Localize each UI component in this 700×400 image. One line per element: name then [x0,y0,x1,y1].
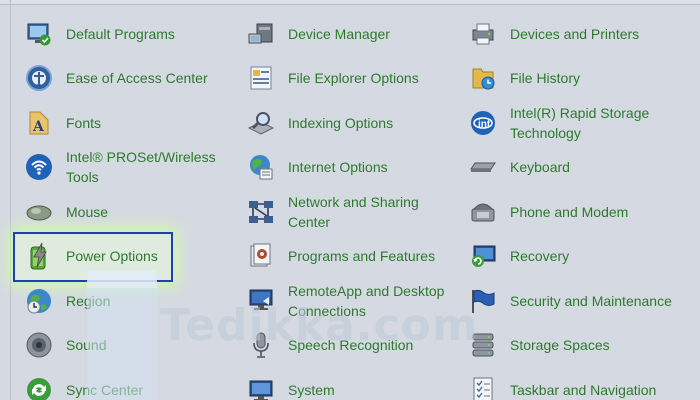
item-recovery[interactable]: Recovery [466,236,681,276]
item-label: Default Programs [66,26,175,42]
item-label: Security and Maintenance [510,293,672,309]
recovery-icon [466,239,500,273]
remoteapp-icon [244,284,278,318]
item-internet-options[interactable]: Internet Options [244,147,459,187]
item-label: Power Options [66,248,158,264]
item-default-programs[interactable]: Default Programs [22,14,237,54]
item-label: Storage Spaces [510,337,610,353]
item-sound[interactable]: Sound [22,325,237,365]
item-remoteapp[interactable]: RemoteApp and Desktop Connections [244,281,459,321]
fonts-icon: A [22,106,56,140]
item-label: Sound [66,337,107,353]
item-sync-center[interactable]: Sync Center [22,370,237,400]
phone-modem-icon [466,195,500,229]
power-options-icon [22,239,56,273]
control-panel-items-grid: Default Programs Ease of Access Center A… [22,12,692,400]
ease-of-access-icon [22,61,56,95]
svg-text:int: int [478,119,491,130]
indexing-options-icon [244,106,278,140]
item-label: System [288,382,335,398]
item-label: File History [510,70,581,86]
rapid-storage-icon: int [466,106,500,140]
programs-features-icon [244,239,278,273]
item-rapid-storage[interactable]: int Intel(R) Rapid Storage Technology [466,103,681,143]
item-label: RemoteApp and Desktop Connections [288,283,445,319]
item-label: Devices and Printers [510,26,640,42]
item-speech-recognition[interactable]: Speech Recognition [244,325,459,365]
item-label: Sync Center [66,382,144,398]
item-label: Keyboard [510,159,570,175]
network-sharing-icon [244,195,278,229]
item-network-sharing[interactable]: Network and Sharing Center [244,192,459,232]
item-label: Region [66,293,111,309]
item-ease-of-access[interactable]: Ease of Access Center [22,58,237,98]
item-storage-spaces[interactable]: Storage Spaces [466,325,681,365]
item-label: Speech Recognition [288,337,414,353]
window-left-edge [10,0,11,400]
keyboard-icon [466,150,500,184]
item-label: Indexing Options [288,115,394,131]
item-programs-features[interactable]: Programs and Features [244,236,459,276]
item-label: Network and Sharing Center [288,194,419,230]
mouse-icon [22,195,56,229]
item-region[interactable]: Region [22,281,237,321]
item-label: Taskbar and Navigation [510,382,657,398]
item-label: Internet Options [288,159,388,175]
item-devices-printers[interactable]: Devices and Printers [466,14,681,54]
taskbar-icon [466,373,500,400]
item-power-options[interactable]: Power Options [22,236,237,276]
item-mouse[interactable]: Mouse [22,192,237,232]
storage-spaces-icon [466,328,500,362]
item-label: Recovery [510,248,570,264]
wireless-tools-icon [22,150,56,184]
file-explorer-options-icon [244,61,278,95]
item-label: File Explorer Options [288,70,419,86]
item-fonts[interactable]: A Fonts [22,103,237,143]
item-label: Intel® PROSet/Wireless Tools [66,149,216,185]
item-label: Programs and Features [288,248,436,264]
item-label: Device Manager [288,26,390,42]
item-file-explorer-options[interactable]: File Explorer Options [244,58,459,98]
item-wireless-tools[interactable]: Intel® PROSet/Wireless Tools [22,147,237,187]
internet-options-icon [244,150,278,184]
item-taskbar-navigation[interactable]: Taskbar and Navigation [466,370,681,400]
item-security-maintenance[interactable]: Security and Maintenance [466,281,681,321]
item-label: Ease of Access Center [66,70,208,86]
security-flag-icon [466,284,500,318]
item-file-history[interactable]: File History [466,58,681,98]
item-label: Phone and Modem [510,204,629,220]
file-history-icon [466,61,500,95]
window-top-edge [0,0,700,5]
svg-text:A: A [32,119,45,135]
device-manager-icon [244,17,278,51]
item-phone-modem[interactable]: Phone and Modem [466,192,681,232]
item-system[interactable]: System [244,370,459,400]
microphone-icon [244,328,278,362]
default-programs-icon [22,17,56,51]
item-label: Fonts [66,115,102,131]
sound-icon [22,328,56,362]
sync-center-icon [22,373,56,400]
item-label: Mouse [66,204,109,220]
item-keyboard[interactable]: Keyboard [466,147,681,187]
system-icon [244,373,278,400]
devices-printers-icon [466,17,500,51]
item-device-manager[interactable]: Device Manager [244,14,459,54]
item-indexing-options[interactable]: Indexing Options [244,103,459,143]
region-icon [22,284,56,318]
item-label: Intel(R) Rapid Storage Technology [510,105,650,141]
